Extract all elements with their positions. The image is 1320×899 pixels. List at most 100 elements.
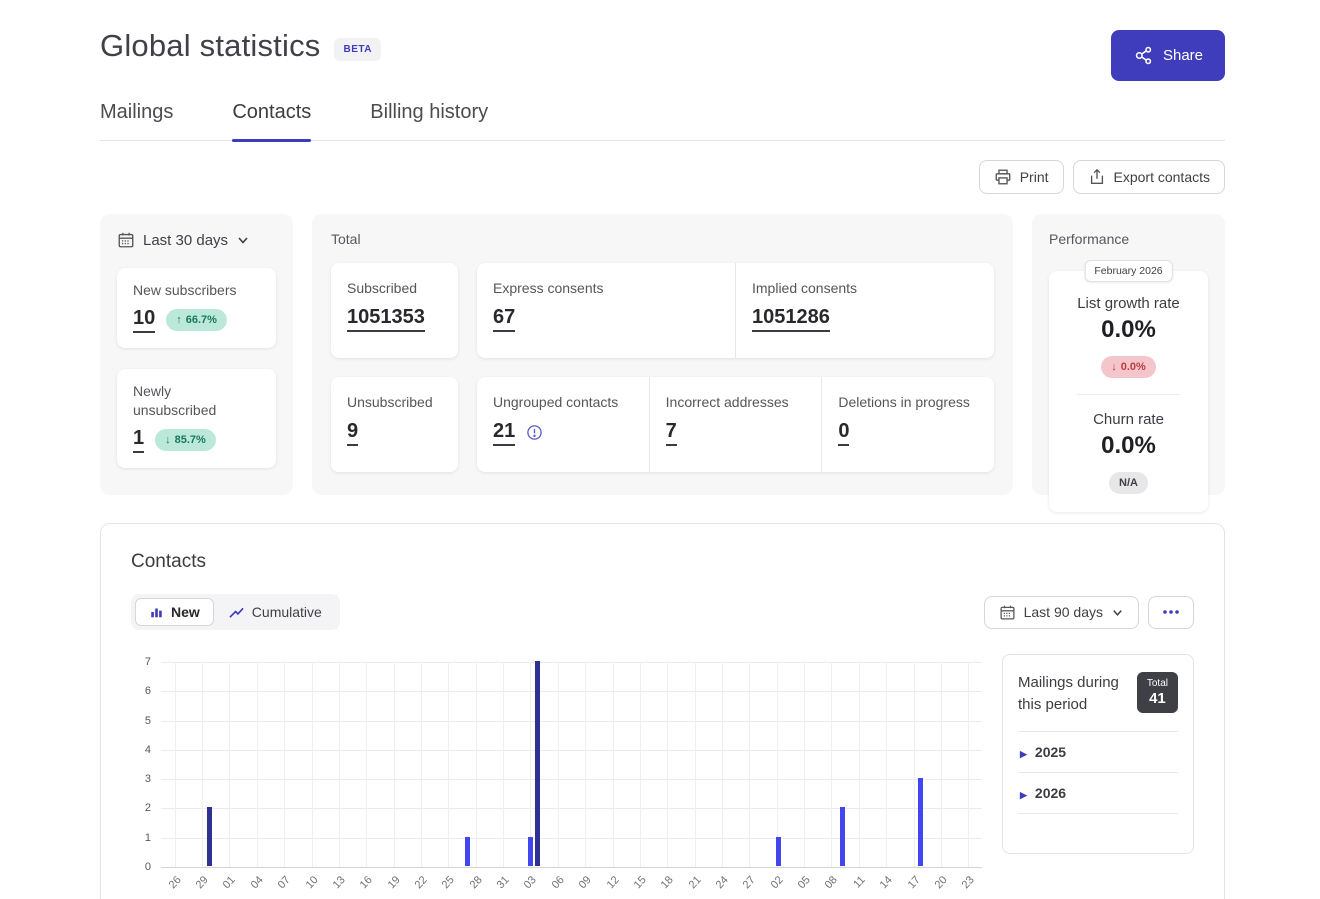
- chart-more-button[interactable]: [1148, 596, 1194, 629]
- performance-label: Performance: [1049, 231, 1208, 247]
- gridline: [585, 662, 586, 867]
- contacts-bar-chart: 01234567 2629010407101316192225283103060…: [131, 654, 982, 899]
- new-subscribers-card: New subscribers 10 ↑ 66.7%: [117, 268, 276, 348]
- tab-mailings[interactable]: Mailings: [100, 101, 173, 140]
- chart-controls: New Cumulative: [131, 594, 1194, 630]
- consents-card: Express consents 67 Implied consents 105…: [477, 263, 994, 358]
- chevron-down-icon: [1111, 606, 1124, 619]
- chart-date-range-label: Last 90 days: [1024, 604, 1103, 620]
- y-axis-label: 7: [131, 656, 151, 668]
- share-icon: [1133, 45, 1154, 66]
- date-range-label: Last 30 days: [143, 232, 228, 249]
- arrow-down-icon: ↓: [165, 434, 171, 446]
- gridline: [476, 662, 477, 867]
- implied-consents-value[interactable]: 1051286: [752, 306, 830, 332]
- deletions-in-progress-value[interactable]: 0: [838, 420, 849, 446]
- ellipsis-icon: [1161, 605, 1181, 619]
- toggle-new[interactable]: New: [135, 598, 214, 626]
- x-axis-label: 31: [495, 874, 512, 891]
- chart-bar[interactable]: [528, 837, 533, 866]
- export-contacts-label: Export contacts: [1114, 169, 1211, 185]
- x-axis-label: 16: [358, 874, 375, 891]
- chart-bar[interactable]: [840, 807, 845, 866]
- mailings-year-2025[interactable]: 2025: [1018, 732, 1178, 773]
- gridline: [202, 662, 203, 867]
- tab-bar: Mailings Contacts Billing history: [100, 101, 1225, 141]
- tab-contacts[interactable]: Contacts: [232, 101, 311, 140]
- chevron-down-icon: [236, 233, 250, 247]
- trend-badge: ↑ 66.7%: [166, 309, 227, 331]
- chart-mode-toggle: New Cumulative: [131, 594, 340, 630]
- x-axis-label: 17: [905, 874, 922, 891]
- share-button-label: Share: [1163, 47, 1203, 64]
- export-icon: [1088, 168, 1106, 186]
- stat-label: Newly unsubscribed: [133, 382, 228, 420]
- gridline: [558, 662, 559, 867]
- chart-date-range-select[interactable]: Last 90 days: [984, 596, 1139, 629]
- gridline: [229, 662, 230, 867]
- x-axis-label: 27: [741, 874, 758, 891]
- list-growth-rate-value: 0.0%: [1059, 316, 1198, 344]
- gridline: [503, 662, 504, 867]
- newly-unsubscribed-value[interactable]: 1: [133, 427, 144, 453]
- date-range-select[interactable]: Last 30 days: [117, 231, 276, 249]
- gridline: [859, 662, 860, 867]
- gridline: [175, 662, 176, 867]
- trend-badge: ↓ 85.7%: [155, 429, 216, 451]
- churn-rate-value: 0.0%: [1059, 432, 1198, 460]
- chart-bar[interactable]: [535, 661, 540, 866]
- chart-bar[interactable]: [918, 778, 923, 866]
- subscribed-card: Subscribed 1051353: [331, 263, 458, 358]
- total-label: Total: [331, 231, 994, 247]
- x-axis-label: 14: [878, 874, 895, 891]
- gridline: [394, 662, 395, 867]
- x-axis-label: 19: [385, 874, 402, 891]
- x-axis-label: 26: [166, 874, 183, 891]
- print-button[interactable]: Print: [979, 160, 1064, 194]
- unsubscribed-value[interactable]: 9: [347, 420, 358, 446]
- x-axis-label: 03: [522, 874, 539, 891]
- export-contacts-button[interactable]: Export contacts: [1073, 160, 1226, 194]
- x-axis-label: 25: [440, 874, 457, 891]
- x-axis-label: 13: [331, 874, 348, 891]
- chart-bar[interactable]: [776, 837, 781, 866]
- performance-panel: Performance February 2026 List growth ra…: [1032, 214, 1225, 495]
- x-axis-label: 08: [823, 874, 840, 891]
- x-axis-label: 29: [194, 874, 211, 891]
- contacts-section-title: Contacts: [131, 551, 1194, 573]
- incorrect-addresses-value[interactable]: 7: [666, 420, 677, 446]
- bar-chart-icon: [149, 605, 164, 619]
- ungrouped-contacts-value[interactable]: 21: [493, 420, 515, 446]
- subscribed-value[interactable]: 1051353: [347, 306, 425, 332]
- chart-bar[interactable]: [465, 837, 470, 866]
- gridline: [284, 662, 285, 867]
- mailings-title: Mailings during this period: [1018, 672, 1129, 716]
- stat-label: New subscribers: [133, 281, 260, 300]
- gridline: [339, 662, 340, 867]
- new-subscribers-value[interactable]: 10: [133, 307, 155, 333]
- list-growth-rate-metric: List growth rate 0.0% ↓ 0.0%: [1059, 295, 1198, 378]
- mailings-total-badge: Total 41: [1137, 672, 1178, 713]
- share-button[interactable]: Share: [1111, 30, 1225, 81]
- x-axis-label: 12: [604, 874, 621, 891]
- x-axis-label: 23: [960, 874, 977, 891]
- tab-billing-history[interactable]: Billing history: [370, 101, 488, 140]
- mailings-year-2026[interactable]: 2026: [1018, 773, 1178, 814]
- triangle-right-icon: [1020, 744, 1027, 760]
- mailings-period-card: Mailings during this period Total 41 202…: [1002, 654, 1194, 854]
- x-axis-label: 20: [933, 874, 950, 891]
- chart-x-axis: 2629010407101316192225283103060912151821…: [161, 867, 982, 899]
- toggle-cumulative[interactable]: Cumulative: [214, 598, 336, 626]
- calendar-icon: [117, 231, 135, 249]
- gridline: [640, 662, 641, 867]
- x-axis-label: 21: [686, 874, 703, 891]
- chart-bar[interactable]: [207, 807, 212, 866]
- line-chart-icon: [228, 605, 245, 620]
- x-axis-label: 04: [248, 874, 265, 891]
- period-tooltip: February 2026: [1084, 260, 1172, 282]
- y-axis-label: 5: [131, 715, 151, 727]
- y-axis-label: 2: [131, 802, 151, 814]
- x-axis-label: 06: [549, 874, 566, 891]
- alert-info-icon[interactable]: [526, 424, 543, 441]
- express-consents-value[interactable]: 67: [493, 306, 515, 332]
